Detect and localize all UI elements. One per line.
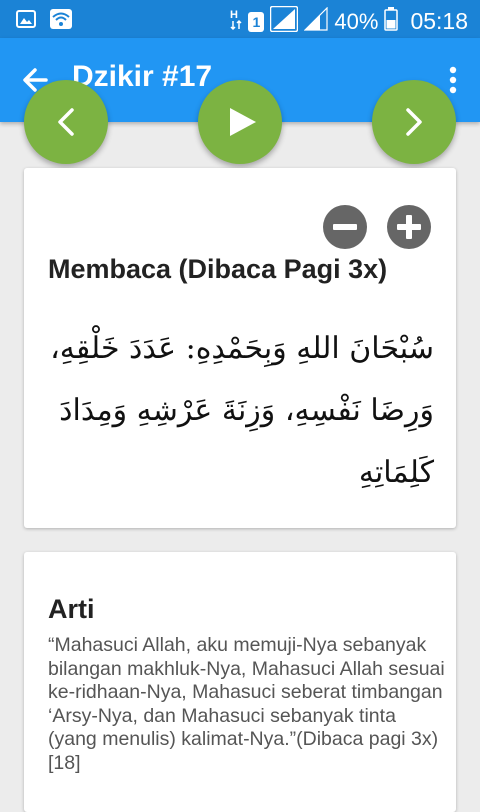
- wifi-icon: [50, 9, 72, 34]
- chevron-right-icon: [406, 108, 422, 136]
- status-bar: H 1 40% 05:18: [0, 0, 480, 38]
- plus-circle-icon: [387, 205, 431, 249]
- reading-heading: Membaca (Dibaca Pagi 3x): [48, 254, 388, 284]
- play-button[interactable]: [198, 80, 282, 164]
- battery-icon: [384, 7, 399, 36]
- reading-card: Membaca (Dibaca Pagi 3x) سُبْحَانَ اللهِ…: [24, 168, 456, 528]
- clock: 05:18: [410, 8, 468, 34]
- meaning-text: “Mahasuci Allah, aku memuji-Nya sebanyak…: [48, 634, 445, 774]
- svg-text:H: H: [230, 9, 238, 21]
- arabic-text: سُبْحَانَ اللهِ وَبِحَمْدِهِ: عَدَدَ خَل…: [50, 331, 434, 490]
- signal-icon: [270, 5, 299, 37]
- signal-icon: [303, 6, 328, 36]
- chevron-left-icon: [58, 108, 74, 136]
- previous-button[interactable]: [24, 80, 108, 164]
- sim-badge: 1: [248, 11, 265, 32]
- data-icon: H: [230, 7, 242, 36]
- zoom-in-button[interactable]: [386, 204, 432, 250]
- play-icon: [230, 108, 256, 136]
- minus-circle-icon: [323, 205, 367, 249]
- meaning-card: Arti “Mahasuci Allah, aku memuji-Nya seb…: [24, 552, 456, 812]
- battery-percent: 40%: [334, 8, 379, 34]
- next-button[interactable]: [372, 80, 456, 164]
- zoom-out-button[interactable]: [322, 204, 368, 250]
- image-icon: [16, 10, 36, 33]
- meaning-heading: Arti: [48, 594, 95, 624]
